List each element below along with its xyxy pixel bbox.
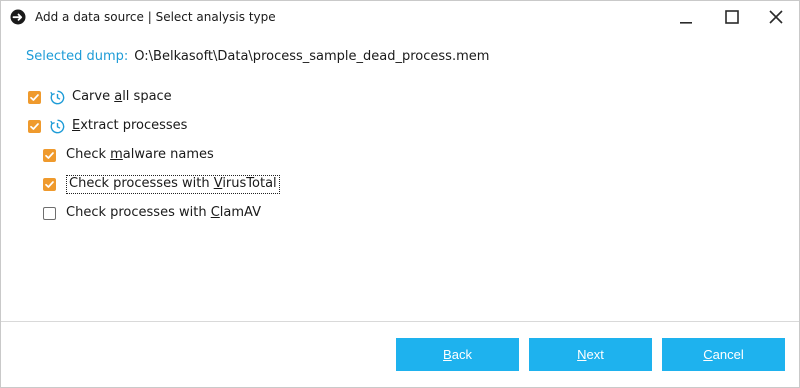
selected-dump-row: Selected dump: O:\Belkasoft\Data\process_… (26, 49, 489, 65)
checkmark-icon (45, 180, 54, 188)
carve-all-space-checkbox[interactable] (28, 90, 41, 104)
carve-all-space-option[interactable]: Carve all space (28, 87, 172, 107)
clock-icon (50, 119, 65, 134)
check-malware-names-option[interactable]: Check malware names (43, 145, 214, 165)
close-button[interactable] (753, 1, 799, 33)
close-icon (769, 10, 783, 24)
checkmark-icon (45, 151, 54, 159)
maximize-icon (725, 10, 739, 24)
selected-dump-path: O:\Belkasoft\Data\process_sample_dead_pr… (134, 49, 490, 64)
belkasoft-logo-icon (10, 9, 26, 25)
check-virustotal-checkbox[interactable] (43, 177, 56, 191)
checkmark-icon (30, 122, 39, 130)
back-button[interactable]: Back (396, 338, 519, 371)
dialog-window: Add a data source | Select analysis type… (0, 0, 800, 388)
next-button[interactable]: Next (529, 338, 652, 371)
window-title: Add a data source | Select analysis type (35, 10, 276, 24)
extract-processes-checkbox[interactable] (28, 119, 41, 133)
selected-dump-label: Selected dump: (26, 49, 129, 64)
title-bar[interactable]: Add a data source | Select analysis type (1, 1, 799, 33)
checkmark-icon (30, 93, 39, 101)
check-malware-names-checkbox[interactable] (43, 148, 56, 162)
minimize-button[interactable] (663, 1, 709, 33)
check-virustotal-label: Check processes with VirusTotal (66, 174, 280, 194)
check-malware-names-label: Check malware names (66, 147, 214, 162)
check-clamav-label: Check processes with ClamAV (66, 205, 261, 220)
cancel-button[interactable]: Cancel (662, 338, 785, 371)
extract-processes-label: Extract processes (72, 118, 188, 133)
check-clamav-checkbox[interactable] (43, 206, 56, 220)
clock-icon (50, 90, 65, 105)
minimize-icon (680, 22, 692, 24)
maximize-button[interactable] (709, 1, 755, 33)
extract-processes-option[interactable]: Extract processes (28, 116, 187, 136)
footer-divider (1, 321, 799, 322)
check-clamav-option[interactable]: Check processes with ClamAV (43, 203, 261, 223)
carve-all-space-label: Carve all space (72, 89, 172, 104)
check-virustotal-option[interactable]: Check processes with VirusTotal (43, 174, 280, 194)
